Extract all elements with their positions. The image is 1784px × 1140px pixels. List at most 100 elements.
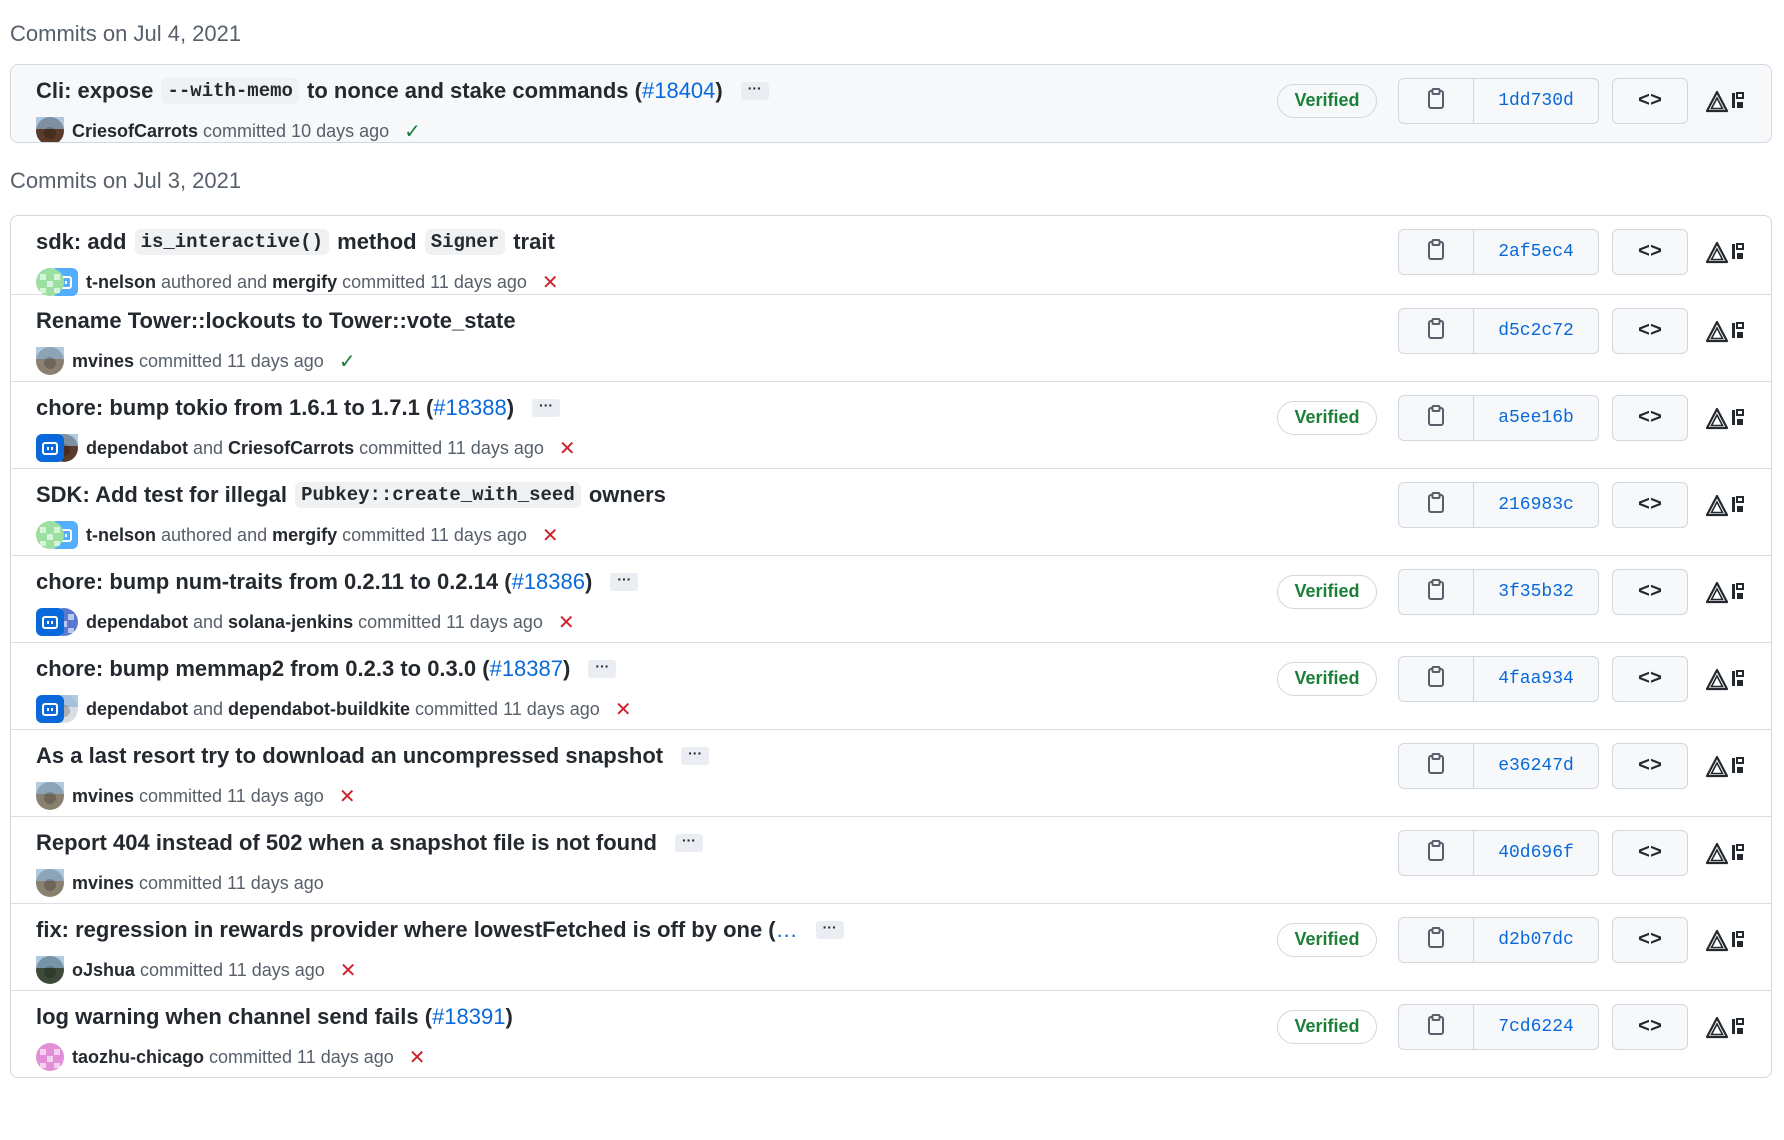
browse-repository-button[interactable]: <> [1612, 482, 1688, 528]
browse-repository-button[interactable]: <> [1612, 656, 1688, 702]
expand-message-button[interactable]: ··· [740, 81, 769, 100]
commit-sha-link[interactable]: d5c2c72 [1474, 309, 1598, 353]
commit-title[interactable]: chore: bump memmap2 from 0.2.3 to 0.3.0 … [36, 656, 617, 682]
verified-badge[interactable]: Verified [1277, 1010, 1377, 1044]
commit-title[interactable]: chore: bump num-traits from 0.2.11 to 0.… [36, 569, 639, 595]
mvines-avatar[interactable] [36, 782, 64, 810]
check-failure-icon[interactable]: ✕ [409, 1045, 426, 1070]
avatar-stack[interactable] [36, 695, 78, 723]
author-link[interactable]: solana-jenkins [228, 612, 353, 633]
check-failure-icon[interactable]: ✕ [559, 436, 576, 461]
triangle-extension-icon[interactable] [1706, 317, 1750, 347]
commit-sha-link[interactable]: a5ee16b [1474, 396, 1598, 440]
expand-message-button[interactable]: ··· [815, 920, 844, 939]
browse-repository-button[interactable]: <> [1612, 743, 1688, 789]
author-link[interactable]: mvines [72, 786, 134, 807]
taozhu-chicago-avatar[interactable] [36, 1043, 64, 1071]
avatar-stack[interactable] [36, 434, 78, 462]
copy-sha-button[interactable] [1399, 79, 1474, 123]
commit-title-text[interactable]: trait [507, 229, 555, 255]
verified-badge[interactable]: Verified [1277, 662, 1377, 696]
browse-repository-button[interactable]: <> [1612, 78, 1688, 124]
copy-sha-button[interactable] [1399, 230, 1474, 274]
check-success-icon[interactable]: ✓ [404, 119, 421, 143]
triangle-extension-icon[interactable] [1706, 491, 1750, 521]
avatar-stack[interactable] [36, 956, 64, 984]
commit-title-text[interactable]: ) [505, 1004, 512, 1030]
triangle-extension-icon[interactable] [1706, 665, 1750, 695]
author-link[interactable]: dependabot-buildkite [228, 699, 410, 720]
commit-title[interactable]: chore: bump tokio from 1.6.1 to 1.7.1 (#… [36, 395, 561, 421]
author-link[interactable]: CriesofCarrots [72, 121, 198, 142]
pull-request-link[interactable]: #18391 [432, 1004, 505, 1030]
check-failure-icon[interactable]: ✕ [558, 610, 575, 635]
triangle-extension-icon[interactable] [1706, 404, 1750, 434]
commit-sha-link[interactable]: 4faa934 [1474, 657, 1598, 701]
author-link[interactable]: dependabot [86, 612, 188, 633]
expand-message-button[interactable]: ··· [674, 833, 703, 852]
triangle-extension-icon[interactable] [1706, 1013, 1750, 1043]
commit-title[interactable]: Rename Tower::lockouts to Tower::vote_st… [36, 308, 516, 334]
copy-sha-button[interactable] [1399, 918, 1474, 962]
browse-repository-button[interactable]: <> [1612, 917, 1688, 963]
commit-title-text[interactable]: owners [583, 482, 666, 508]
copy-sha-button[interactable] [1399, 657, 1474, 701]
pull-request-link[interactable]: … [776, 917, 798, 943]
commit-title[interactable]: sdk: add is_interactive() method Signer … [36, 229, 555, 255]
commit-title-text[interactable]: ) [563, 656, 570, 682]
verified-badge[interactable]: Verified [1277, 401, 1377, 435]
commit-title-text[interactable]: chore: bump num-traits from 0.2.11 to 0.… [36, 569, 512, 595]
avatar-stack[interactable] [36, 521, 78, 549]
copy-sha-button[interactable] [1399, 483, 1474, 527]
commit-title-text[interactable]: ) [507, 395, 514, 421]
commit-title-text[interactable]: As a last resort try to download an unco… [36, 743, 663, 769]
expand-message-button[interactable]: ··· [681, 746, 710, 765]
commit-title[interactable]: log warning when channel send fails (#18… [36, 1004, 513, 1030]
avatar-stack[interactable] [36, 608, 78, 636]
dependabot-avatar[interactable] [36, 434, 64, 462]
author-link[interactable]: mvines [72, 873, 134, 894]
commit-sha-link[interactable]: 7cd6224 [1474, 1005, 1598, 1049]
check-failure-icon[interactable]: ✕ [340, 958, 357, 983]
check-success-icon[interactable]: ✓ [339, 349, 356, 374]
browse-repository-button[interactable]: <> [1612, 1004, 1688, 1050]
browse-repository-button[interactable]: <> [1612, 395, 1688, 441]
commit-sha-link[interactable]: d2b07dc [1474, 918, 1598, 962]
browse-repository-button[interactable]: <> [1612, 308, 1688, 354]
commit-title-text[interactable]: to nonce and stake commands ( [301, 78, 642, 104]
expand-message-button[interactable]: ··· [532, 398, 561, 417]
check-failure-icon[interactable]: ✕ [339, 784, 356, 809]
triangle-extension-icon[interactable] [1706, 926, 1750, 956]
commit-title-text[interactable]: chore: bump memmap2 from 0.2.3 to 0.3.0 … [36, 656, 490, 682]
commit-title[interactable]: fix: regression in rewards provider wher… [36, 917, 844, 943]
triangle-extension-icon[interactable] [1706, 238, 1750, 268]
commit-title-text[interactable]: Report 404 instead of 502 when a snapsho… [36, 830, 657, 856]
author-link[interactable]: dependabot [86, 438, 188, 459]
triangle-extension-icon[interactable] [1706, 87, 1750, 117]
commit-title[interactable]: Cli: expose --with-memo to nonce and sta… [36, 78, 769, 104]
author-link[interactable]: t-nelson [86, 525, 156, 546]
browse-repository-button[interactable]: <> [1612, 569, 1688, 615]
commit-title[interactable]: SDK: Add test for illegal Pubkey::create… [36, 482, 666, 508]
ojshua-avatar[interactable] [36, 956, 64, 984]
check-failure-icon[interactable]: ✕ [542, 523, 559, 548]
copy-sha-button[interactable] [1399, 570, 1474, 614]
author-link[interactable]: mvines [72, 351, 134, 372]
author-link[interactable]: t-nelson [86, 272, 156, 293]
pull-request-link[interactable]: #18388 [433, 395, 506, 421]
triangle-extension-icon[interactable] [1706, 752, 1750, 782]
verified-badge[interactable]: Verified [1277, 575, 1377, 609]
author-link[interactable]: dependabot [86, 699, 188, 720]
author-link[interactable]: oJshua [72, 960, 135, 981]
commit-sha-link[interactable]: e36247d [1474, 744, 1598, 788]
pull-request-link[interactable]: #18404 [642, 78, 715, 104]
copy-sha-button[interactable] [1399, 744, 1474, 788]
author-link[interactable]: mergify [272, 525, 337, 546]
browse-repository-button[interactable]: <> [1612, 830, 1688, 876]
commit-title-text[interactable]: chore: bump tokio from 1.6.1 to 1.7.1 ( [36, 395, 433, 421]
commit-title-text[interactable]: Rename Tower::lockouts to Tower::vote_st… [36, 308, 516, 334]
mvines-avatar[interactable] [36, 347, 64, 375]
commit-sha-link[interactable]: 216983c [1474, 483, 1598, 527]
dependabot-avatar[interactable] [36, 608, 64, 636]
author-link[interactable]: taozhu-chicago [72, 1047, 204, 1068]
